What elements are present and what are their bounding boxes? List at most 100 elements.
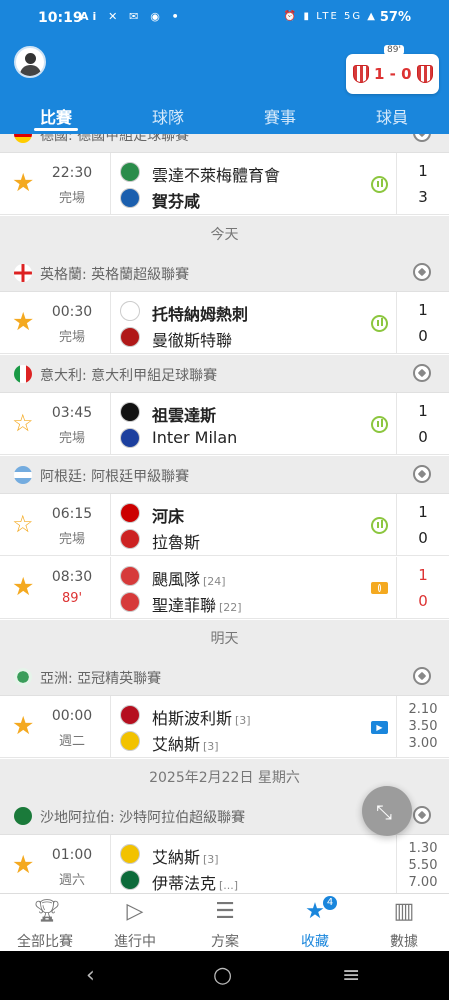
away-score: 0 — [418, 428, 428, 446]
nav-favorites[interactable]: ★ 4 收藏 — [270, 894, 360, 952]
status-bar: 10:19 Ai ✕ ✉ ◉ • ⏰ ▮ LTE 5G ▲ 57% — [0, 0, 449, 38]
stats-icon[interactable] — [371, 416, 388, 433]
football-icon[interactable] — [413, 465, 431, 483]
match-list[interactable]: 德國: 德國甲組足球聯賽 ★ 22:30 完場 雲達不萊梅體育會 賀芬咸 1 3… — [0, 134, 449, 894]
league-header[interactable]: 亞洲: 亞冠精英聯賽 — [0, 658, 449, 696]
league-header[interactable]: 意大利: 意大利甲組足球聯賽 — [0, 355, 449, 393]
back-icon[interactable]: ‹ — [86, 963, 95, 988]
bottom-nav: 🏆︎ 全部比賽 ▷ 進行中 ☰ 方案 ★ 4 收藏 ▥ 數據 — [0, 893, 449, 951]
match-time: 22:30 — [51, 165, 93, 181]
match-status: 完場 — [58, 431, 85, 446]
tab-teams[interactable]: 球隊 — [112, 104, 224, 128]
home-team-logo-icon — [120, 705, 140, 725]
home-score: 1 — [418, 402, 428, 420]
video-icon[interactable]: ▶ — [371, 721, 388, 734]
match-status: 完場 — [58, 330, 85, 345]
favorite-star-icon[interactable]: ★ — [12, 852, 34, 878]
match-time: 06:15 — [51, 506, 93, 522]
home-team-name: 颶風隊 [24] — [152, 570, 226, 589]
away-team-name: 曼徹斯特聯 — [152, 331, 233, 350]
league-header[interactable]: 阿根廷: 阿根廷甲級聯賽 — [0, 456, 449, 494]
league-name: 德國: 德國甲組足球聯賽 — [40, 134, 190, 144]
football-icon[interactable] — [413, 263, 431, 281]
away-team-logo-icon — [120, 428, 140, 448]
favorite-star-icon[interactable]: ★ — [12, 574, 34, 600]
match-row[interactable]: ☆ 03:45 完場 祖雲達斯 Inter Milan 1 0 — [0, 393, 449, 455]
stats-icon[interactable] — [371, 517, 388, 534]
favorite-star-icon[interactable]: ☆ — [12, 410, 34, 436]
away-rank: [3] — [203, 740, 219, 753]
home-rank: [3] — [235, 714, 251, 727]
nav-label: 全部比賽 — [17, 934, 73, 950]
odds-away[interactable]: 3.00 — [398, 736, 448, 751]
tab-competitions[interactable]: 賽事 — [224, 104, 336, 128]
tab-players[interactable]: 球員 — [336, 104, 448, 128]
home-team-logo-icon — [353, 65, 369, 83]
recents-icon[interactable]: ≡ — [342, 963, 360, 988]
league-header[interactable]: 英格蘭: 英格蘭超級聯賽 — [0, 254, 449, 292]
home-rank: [24] — [203, 575, 226, 588]
football-icon[interactable] — [413, 806, 431, 824]
collapse-icon: ⤡ — [376, 800, 392, 824]
away-score: 3 — [418, 188, 428, 206]
match-time: 08:30 — [51, 569, 93, 585]
saudi-flag-icon — [14, 807, 32, 825]
date-header: 今天 — [0, 216, 449, 254]
home-team-logo-icon — [120, 566, 140, 586]
collapse-button[interactable]: ⤡ — [362, 786, 412, 836]
match-time: 00:00 — [51, 708, 93, 724]
favorite-star-icon[interactable]: ★ — [12, 170, 34, 196]
away-score: 0 — [418, 592, 428, 610]
favorite-star-icon[interactable]: ☆ — [12, 511, 34, 537]
away-team-logo-icon — [120, 592, 140, 612]
match-time: 00:30 — [51, 304, 93, 320]
football-icon[interactable] — [413, 667, 431, 685]
live-match-card[interactable]: 89' 1 - 0 — [346, 45, 439, 94]
tab-matches[interactable]: 比賽 — [0, 104, 112, 128]
odds-home[interactable]: 2.10 — [398, 702, 448, 717]
home-team-logo-icon — [120, 301, 140, 321]
away-team-logo-icon — [417, 65, 433, 83]
chart-icon: ▥ — [393, 899, 415, 924]
match-status: 89' — [61, 591, 83, 606]
favorite-star-icon[interactable]: ★ — [12, 309, 34, 335]
app-header: 89' 1 - 0 比賽 球隊 賽事 球員 — [0, 38, 449, 134]
trophy-icon: 🏆︎ — [33, 899, 61, 924]
nav-label: 收藏 — [301, 934, 329, 950]
match-row[interactable]: ★ 00:00 週二 柏斯波利斯 [3] 艾納斯 [3] ▶ 2.10 3.50 3… — [0, 696, 449, 758]
nav-plans[interactable]: ☰ 方案 — [180, 894, 270, 952]
nav-in-progress[interactable]: ▷ 進行中 — [90, 894, 180, 952]
match-row[interactable]: ★ 22:30 完場 雲達不萊梅體育會 賀芬咸 1 3 — [0, 153, 449, 215]
date-header: 明天 — [0, 620, 449, 658]
odds-draw[interactable]: 3.50 — [398, 719, 448, 734]
league-header[interactable]: 德國: 德國甲組足球聯賽 — [0, 134, 449, 153]
league-name: 意大利: 意大利甲組足球聯賽 — [40, 368, 218, 384]
home-icon[interactable]: ○ — [213, 963, 232, 988]
nav-data[interactable]: ▥ 數據 — [359, 894, 449, 952]
live-score: 1 - 0 — [374, 65, 412, 83]
play-icon: ▷ — [126, 899, 144, 924]
favorite-star-icon[interactable]: ★ — [12, 713, 34, 739]
nav-all-matches[interactable]: 🏆︎ 全部比賽 — [0, 894, 90, 952]
odds-home[interactable]: 1.30 — [398, 841, 448, 856]
system-nav-bar: ‹ ○ ≡ — [0, 951, 449, 1000]
battery-level: 57% — [379, 10, 411, 25]
match-row[interactable]: ★ 00:30 完場 托特納姆熱刺 曼徹斯特聯 1 0 — [0, 292, 449, 354]
football-icon[interactable] — [413, 134, 431, 142]
match-row[interactable]: ★ 01:00 週六 艾納斯 [3] 伊蒂法克 [...] 1.30 5.50 7.… — [0, 835, 449, 894]
stats-icon[interactable] — [371, 176, 388, 193]
germany-flag-icon — [14, 134, 32, 143]
match-row[interactable]: ★ 08:30 89' 颶風隊 [24] 聖達菲聯 [22] 1 0 — [0, 557, 449, 619]
pitch-icon[interactable] — [371, 582, 388, 594]
live-minute: 89' — [384, 45, 404, 55]
away-score: 0 — [418, 327, 428, 345]
home-score: 1 — [418, 301, 428, 319]
match-row[interactable]: ☆ 06:15 完場 河床 拉魯斯 1 0 — [0, 494, 449, 556]
football-icon[interactable] — [413, 364, 431, 382]
away-team-name: 拉魯斯 — [152, 533, 201, 552]
odds-away[interactable]: 7.00 — [398, 875, 448, 890]
nav-label: 數據 — [390, 934, 418, 950]
odds-draw[interactable]: 5.50 — [398, 858, 448, 873]
avatar[interactable] — [14, 46, 46, 78]
stats-icon[interactable] — [371, 315, 388, 332]
